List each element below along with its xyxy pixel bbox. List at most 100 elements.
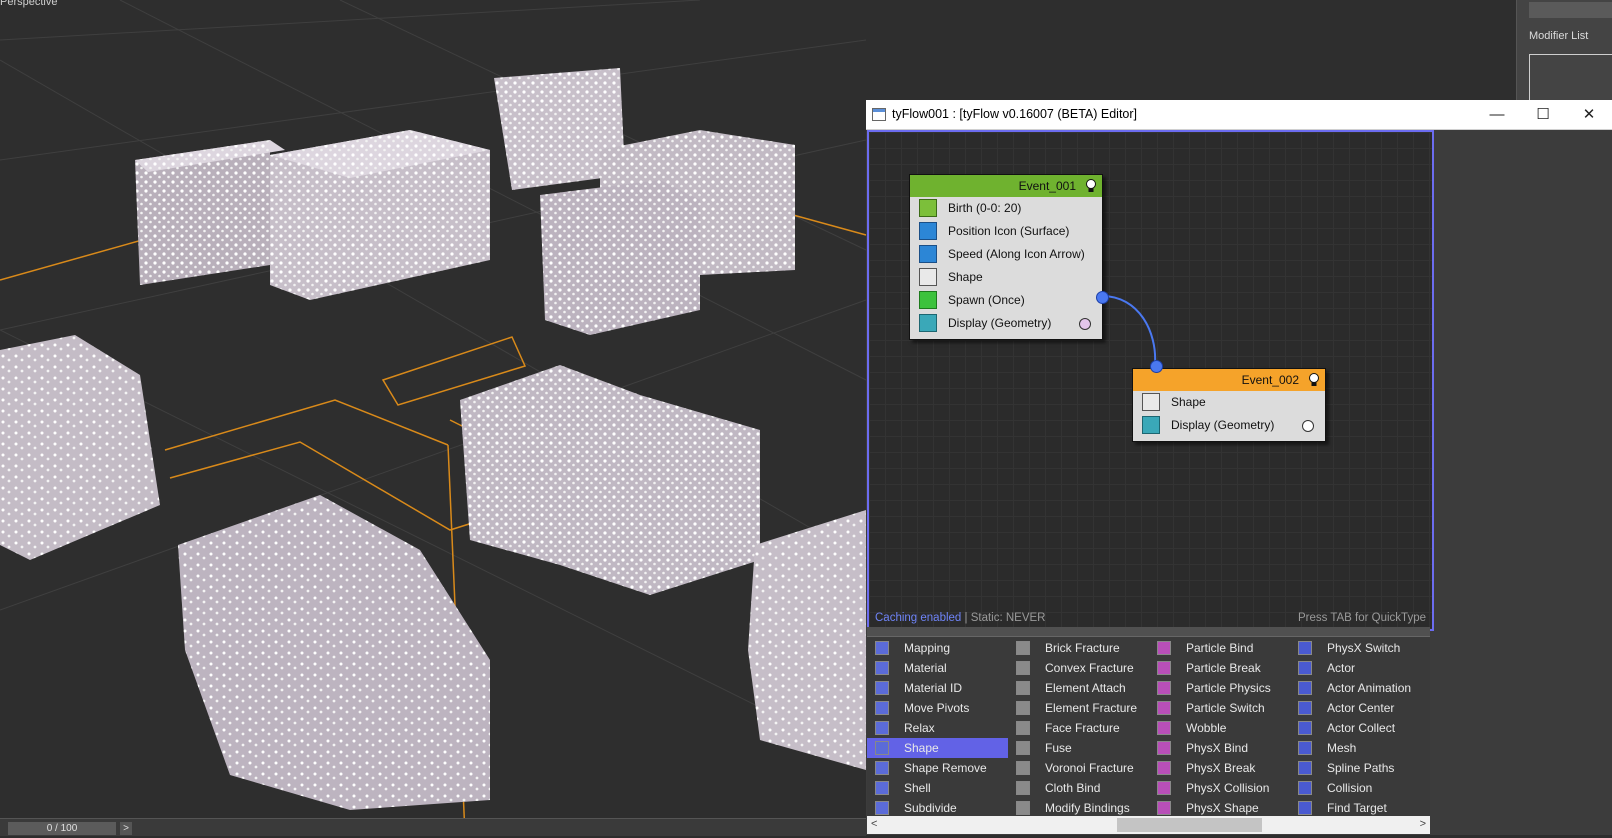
operator-row[interactable]: Display (Geometry) bbox=[910, 312, 1102, 335]
display-color-swatch[interactable] bbox=[1079, 318, 1091, 330]
palette-item-brick-fracture[interactable]: Brick Fracture bbox=[1008, 638, 1149, 658]
spawn-output-port[interactable] bbox=[1096, 291, 1109, 304]
lightbulb-icon[interactable] bbox=[1308, 373, 1320, 387]
event-node-2[interactable]: Event_002 Shape Display (Geometry) bbox=[1132, 368, 1326, 442]
operator-icon bbox=[1016, 721, 1030, 735]
operator-icon bbox=[875, 741, 889, 755]
operator-row[interactable]: Position Icon (Surface) bbox=[910, 220, 1102, 243]
palette-item-label: PhysX Switch bbox=[1327, 641, 1401, 655]
palette-item-mesh[interactable]: Mesh bbox=[1290, 738, 1431, 758]
static-label: | Static: NEVER bbox=[961, 612, 1046, 624]
operator-row[interactable]: Birth (0-0: 20) bbox=[910, 197, 1102, 220]
palette-item-subdivide[interactable]: Subdivide bbox=[867, 798, 1008, 818]
palette-item-shape[interactable]: Shape bbox=[867, 738, 1008, 758]
object-name-field[interactable] bbox=[1529, 2, 1612, 18]
palette-item-physx-switch[interactable]: PhysX Switch bbox=[1290, 638, 1431, 658]
operator-row[interactable]: Spawn (Once) bbox=[910, 289, 1102, 312]
palette-item-convex-fracture[interactable]: Convex Fracture bbox=[1008, 658, 1149, 678]
flow-canvas[interactable]: Event_001 Birth (0-0: 20) Position Icon (… bbox=[867, 130, 1434, 631]
palette-item-label: Actor Center bbox=[1327, 701, 1395, 715]
close-button[interactable]: ✕ bbox=[1566, 100, 1612, 129]
display-color-swatch[interactable] bbox=[1302, 420, 1314, 432]
modifier-list-dropdown[interactable]: Modifier List bbox=[1529, 30, 1588, 42]
operator-row[interactable]: Shape bbox=[910, 266, 1102, 289]
palette-item-voronoi-fracture[interactable]: Voronoi Fracture bbox=[1008, 758, 1149, 778]
palette-item-particle-switch[interactable]: Particle Switch bbox=[1149, 698, 1290, 718]
palette-item-physx-collision[interactable]: PhysX Collision bbox=[1149, 778, 1290, 798]
operator-row[interactable]: Shape bbox=[1133, 391, 1325, 414]
palette-item-shell[interactable]: Shell bbox=[867, 778, 1008, 798]
palette-item-modify-bindings[interactable]: Modify Bindings bbox=[1008, 798, 1149, 818]
palette-item-physx-shape[interactable]: PhysX Shape bbox=[1149, 798, 1290, 818]
palette-item-wobble[interactable]: Wobble bbox=[1149, 718, 1290, 738]
palette-item-relax[interactable]: Relax bbox=[867, 718, 1008, 738]
operator-icon bbox=[1157, 761, 1171, 775]
palette-item-label: Collision bbox=[1327, 781, 1373, 795]
palette-item-cloth-bind[interactable]: Cloth Bind bbox=[1008, 778, 1149, 798]
palette-item-actor-collect[interactable]: Actor Collect bbox=[1290, 718, 1431, 738]
palette-item-collision[interactable]: Collision bbox=[1290, 778, 1431, 798]
event-name: Event_002 bbox=[1241, 373, 1299, 387]
operator-icon bbox=[875, 761, 889, 775]
palette-item-label: Element Fracture bbox=[1045, 701, 1138, 715]
palette-item-physx-break[interactable]: PhysX Break bbox=[1149, 758, 1290, 778]
scroll-thumb[interactable] bbox=[1117, 818, 1262, 832]
operator-icon bbox=[1157, 641, 1171, 655]
operator-icon bbox=[1298, 781, 1312, 795]
time-slider[interactable]: 0 / 100 bbox=[8, 822, 116, 835]
palette-item-label: Element Attach bbox=[1045, 681, 1126, 695]
palette-item-fuse[interactable]: Fuse bbox=[1008, 738, 1149, 758]
operator-icon bbox=[1016, 781, 1030, 795]
title-bar[interactable]: tyFlow001 : [tyFlow v0.16007 (BETA) Edit… bbox=[866, 100, 1612, 130]
palette-item-element-fracture[interactable]: Element Fracture bbox=[1008, 698, 1149, 718]
palette-column: PhysX Switch Actor Actor Animation Actor Ce… bbox=[1290, 638, 1431, 818]
scroll-left-arrow[interactable]: < bbox=[871, 818, 877, 830]
palette-item-particle-break[interactable]: Particle Break bbox=[1149, 658, 1290, 678]
scroll-right-arrow[interactable]: > bbox=[1420, 818, 1426, 830]
palette-item-label: Shell bbox=[904, 781, 931, 795]
viewport-label[interactable]: Perspective bbox=[0, 0, 57, 8]
operator-label: Shape bbox=[1171, 395, 1206, 409]
operator-label: Speed (Along Icon Arrow) bbox=[948, 247, 1085, 261]
palette-item-actor[interactable]: Actor bbox=[1290, 658, 1431, 678]
operator-label: Shape bbox=[948, 270, 983, 284]
palette-item-find-target[interactable]: Find Target bbox=[1290, 798, 1431, 818]
palette-item-label: PhysX Shape bbox=[1186, 801, 1259, 815]
caching-enabled-label[interactable]: Caching enabled bbox=[875, 612, 961, 624]
operator-icon bbox=[1298, 661, 1312, 675]
display-icon bbox=[919, 314, 937, 332]
operator-row[interactable]: Display (Geometry) bbox=[1133, 414, 1325, 437]
palette-item-physx-bind[interactable]: PhysX Bind bbox=[1149, 738, 1290, 758]
palette-item-element-attach[interactable]: Element Attach bbox=[1008, 678, 1149, 698]
operator-icon bbox=[875, 681, 889, 695]
palette-item-actor-animation[interactable]: Actor Animation bbox=[1290, 678, 1431, 698]
palette-item-particle-bind[interactable]: Particle Bind bbox=[1149, 638, 1290, 658]
palette-scrollbar[interactable]: < > bbox=[867, 816, 1430, 834]
palette-splitter[interactable] bbox=[867, 627, 1430, 637]
event-name: Event_001 bbox=[1018, 179, 1076, 193]
event-input-port[interactable] bbox=[1150, 360, 1163, 373]
maximize-button[interactable]: ☐ bbox=[1520, 100, 1566, 129]
operator-label: Display (Geometry) bbox=[948, 316, 1052, 330]
palette-item-spline-paths[interactable]: Spline Paths bbox=[1290, 758, 1431, 778]
palette-item-face-fracture[interactable]: Face Fracture bbox=[1008, 718, 1149, 738]
palette-item-label: Particle Switch bbox=[1186, 701, 1265, 715]
lightbulb-icon[interactable] bbox=[1085, 179, 1097, 193]
operator-row[interactable]: Speed (Along Icon Arrow) bbox=[910, 243, 1102, 266]
palette-item-move-pivots[interactable]: Move Pivots bbox=[867, 698, 1008, 718]
palette-item-mapping[interactable]: Mapping bbox=[867, 638, 1008, 658]
timeline: 0 / 100 > bbox=[0, 818, 866, 836]
event-node-1[interactable]: Event_001 Birth (0-0: 20) Position Icon (… bbox=[909, 174, 1103, 340]
palette-item-label: Mapping bbox=[904, 641, 951, 655]
palette-item-actor-center[interactable]: Actor Center bbox=[1290, 698, 1431, 718]
event-header[interactable]: Event_001 bbox=[910, 175, 1102, 197]
minimize-button[interactable]: — bbox=[1474, 100, 1520, 129]
palette-item-material-id[interactable]: Material ID bbox=[867, 678, 1008, 698]
operator-icon bbox=[1157, 701, 1171, 715]
palette-item-material[interactable]: Material bbox=[867, 658, 1008, 678]
palette-item-particle-physics[interactable]: Particle Physics bbox=[1149, 678, 1290, 698]
event-header[interactable]: Event_002 bbox=[1133, 369, 1325, 391]
operator-icon bbox=[1298, 701, 1312, 715]
palette-item-shape-remove[interactable]: Shape Remove bbox=[867, 758, 1008, 778]
next-frame-button[interactable]: > bbox=[120, 822, 132, 835]
